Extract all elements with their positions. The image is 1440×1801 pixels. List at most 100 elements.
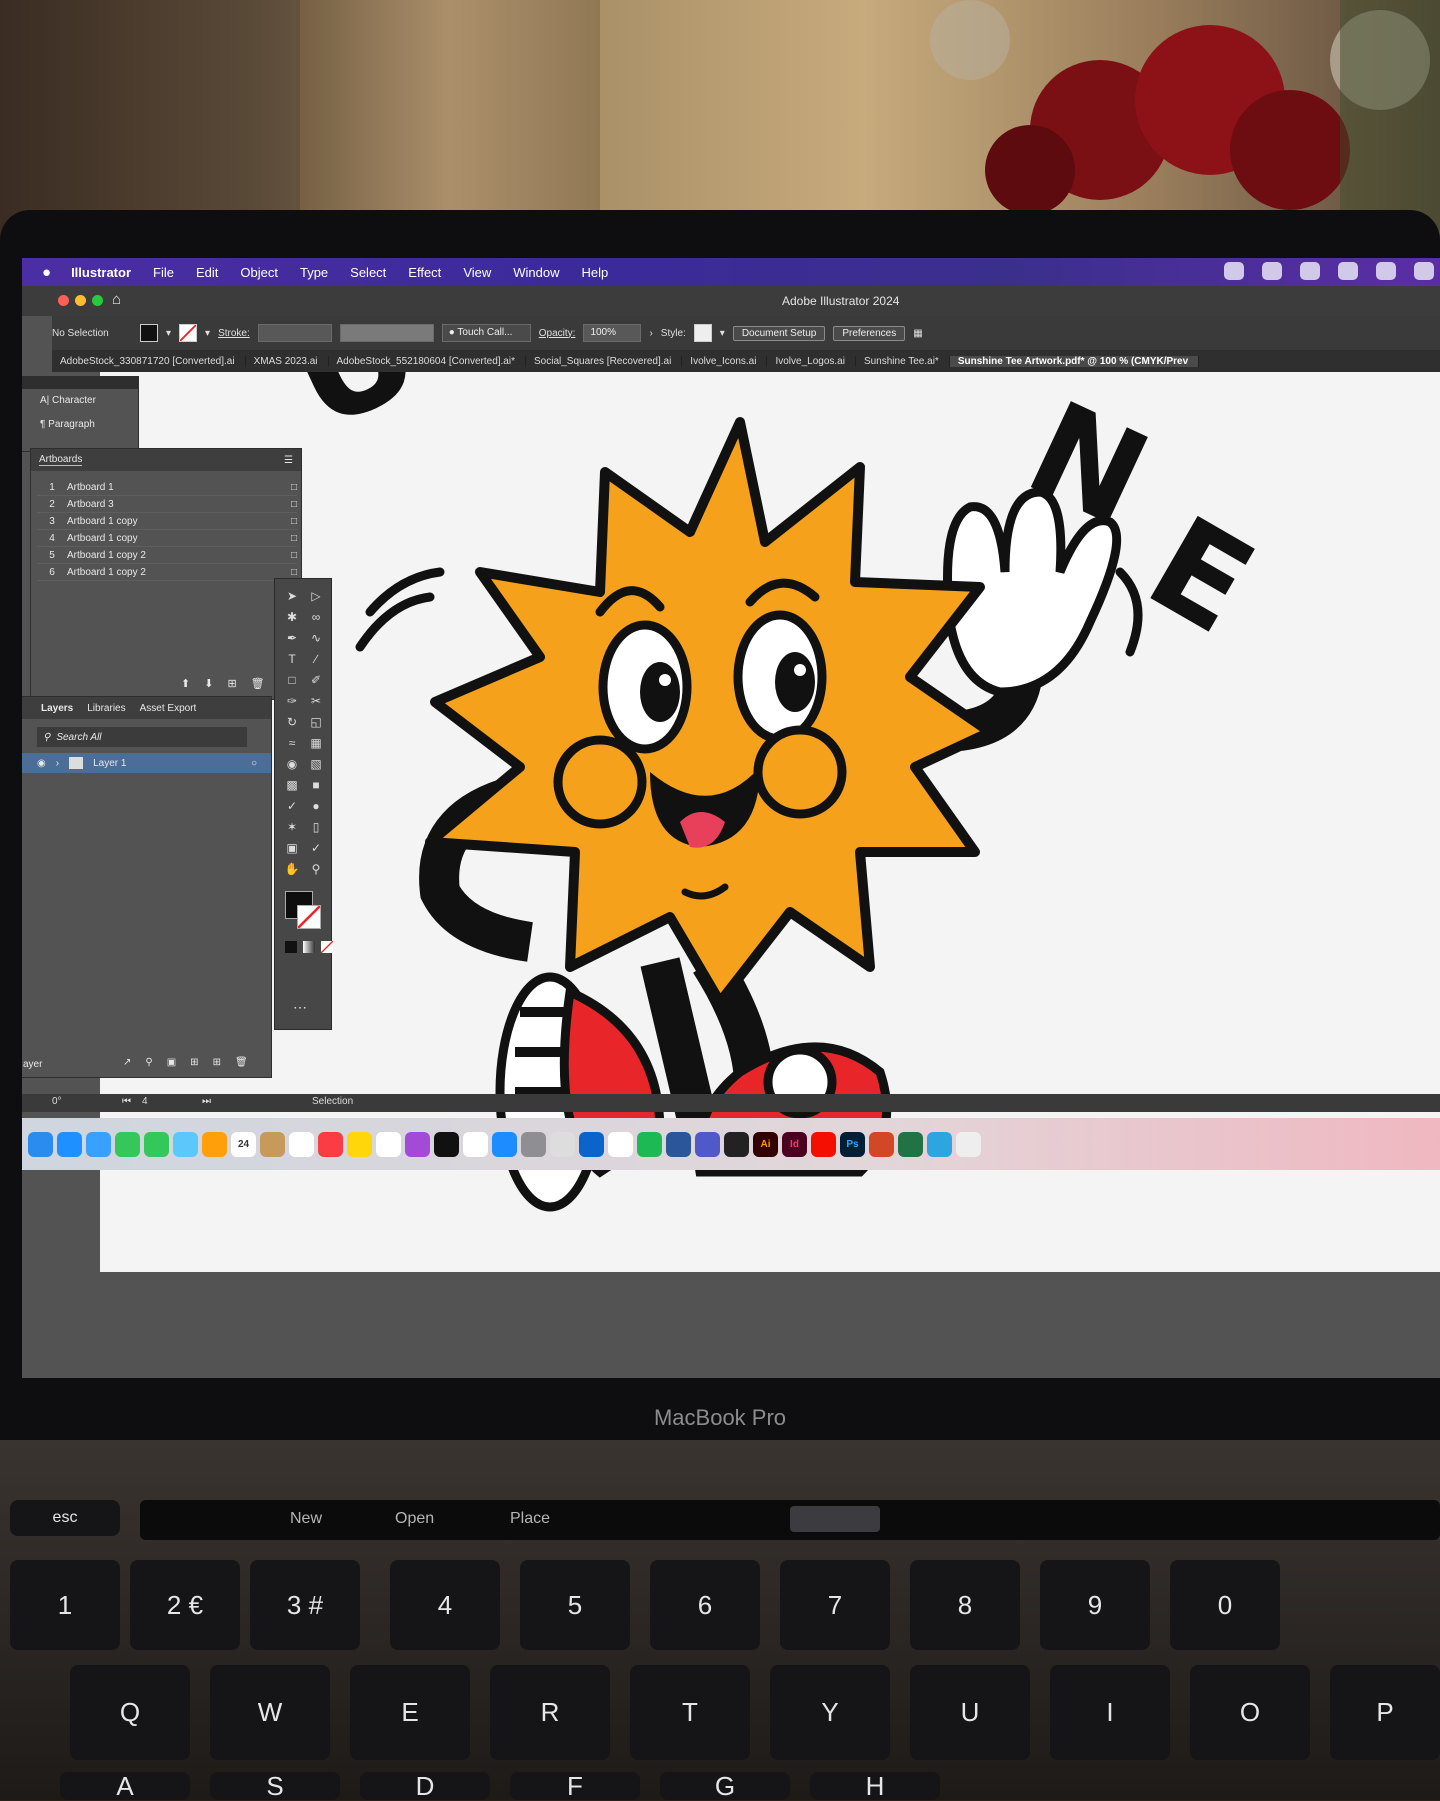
brush-definition[interactable]: ● Touch Call... [441,324,531,342]
curvature-tool-icon[interactable]: ∿ [307,631,325,645]
tab-document[interactable]: Ivolve_Icons.ai [682,355,768,367]
menu-effect[interactable]: Effect [408,265,441,280]
tab-layers[interactable]: Layers [41,703,73,714]
new-layer-icon[interactable]: ⊞ [213,1057,221,1068]
opacity-label[interactable]: Opacity: [539,328,576,339]
spotify-icon[interactable] [637,1131,662,1157]
calendar-icon[interactable]: 24 [231,1131,256,1157]
stroke-color-swatch[interactable] [297,905,321,929]
export-icon[interactable]: ↗ [123,1057,131,1068]
key-t[interactable]: T [630,1665,750,1760]
artboard-row[interactable]: 5 Artboard 1 copy 2 □ [37,547,297,564]
panel-menu-icon[interactable]: ☰ [284,455,293,466]
artboard-tool-icon[interactable]: ▣ [283,841,301,855]
target-icon[interactable]: ○ [251,758,257,769]
rotation-value[interactable]: 0° [52,1096,62,1107]
artboard-row[interactable]: 6 Artboard 1 copy 2 □ [37,564,297,581]
slice-tool-icon[interactable]: ✓ [307,841,325,855]
mail-icon[interactable] [86,1131,111,1157]
edit-toolbar-icon[interactable]: ⋯ [293,999,307,1016]
none-mode-icon[interactable] [321,941,333,953]
key-q[interactable]: Q [70,1665,190,1760]
key-h[interactable]: H [810,1772,940,1800]
apple-tv-icon[interactable] [434,1131,459,1157]
notes-icon[interactable] [347,1131,372,1157]
style-swatch[interactable] [693,324,712,342]
paragraph-item[interactable]: ¶ Paragraph [22,417,138,441]
new-sublayer-icon[interactable]: ⊞ [190,1057,198,1068]
key-y[interactable]: Y [770,1665,890,1760]
scissors-icon[interactable]: ✂ [307,694,325,708]
stroke-weight-field[interactable] [257,324,332,342]
word-icon[interactable] [666,1131,691,1157]
clipping-mask-icon[interactable]: ▣ [167,1057,176,1068]
panel-grip[interactable] [22,377,138,389]
column-graph-icon[interactable]: ▯ [307,820,325,834]
mesh-tool-icon[interactable]: ▩ [283,778,301,792]
artboard-options-icon[interactable]: □ [291,533,297,544]
variable-width-field[interactable] [339,324,434,342]
key-s[interactable]: S [210,1772,340,1800]
menu-object[interactable]: Object [240,265,278,280]
search-input[interactable]: Search All [56,732,101,743]
document-thumbnail-icon[interactable] [956,1131,981,1157]
gradient-tool-icon[interactable]: ■ [307,778,325,792]
move-down-icon[interactable]: ⬇ [204,677,213,690]
menu-help[interactable]: Help [582,265,609,280]
stroke-swatch[interactable] [179,324,198,342]
symbol-sprayer-icon[interactable]: ✶ [283,820,301,834]
artboard-row[interactable]: 3 Artboard 1 copy □ [37,513,297,530]
excel-icon[interactable] [898,1131,923,1157]
app-menu[interactable]: Illustrator [71,265,131,280]
artboard-row[interactable]: 2 Artboard 3 □ [37,496,297,513]
trash-icon[interactable]: 🗑 [251,677,265,690]
key-1[interactable]: 1 [10,1560,120,1650]
m-app-icon[interactable] [1376,262,1396,280]
first-artboard-icon[interactable]: ⏮ [122,1096,131,1107]
key-2[interactable]: 2 € [130,1560,240,1650]
direct-selection-tool-icon[interactable]: ▷ [307,589,325,603]
key-r[interactable]: R [490,1665,610,1760]
key-o[interactable]: O [1190,1665,1310,1760]
menu-view[interactable]: View [463,265,491,280]
stroke-label[interactable]: Stroke: [218,328,250,339]
contacts-icon[interactable] [260,1131,285,1157]
character-item[interactable]: A| Character [22,389,138,417]
preferences-button[interactable]: Preferences [833,325,906,341]
key-8[interactable]: 8 [910,1560,1020,1650]
new-artboard-icon[interactable]: ⊞ [227,677,236,690]
artboard-options-icon[interactable]: □ [291,567,297,578]
eyedropper-icon[interactable]: ✓ [283,799,301,813]
home-icon[interactable]: ⌂ [112,291,121,308]
menu-edit[interactable]: Edit [196,265,218,280]
zoom-window-button[interactable] [92,295,103,306]
cloud-sync-icon[interactable] [1300,262,1320,280]
esc-key[interactable]: esc [10,1500,120,1536]
tab-document-active[interactable]: Sunshine Tee Artwork.pdf* @ 100 % (CMYK/… [949,355,1200,367]
key-5[interactable]: 5 [520,1560,630,1650]
facetime-icon[interactable] [115,1131,140,1157]
podcasts-icon[interactable] [405,1131,430,1157]
chevron-down-icon[interactable]: ▾ [205,328,210,339]
arrange-icon[interactable]: ▦ [913,328,922,339]
tab-libraries[interactable]: Libraries [87,703,125,714]
artboard-row[interactable]: 4 Artboard 1 copy □ [37,530,297,547]
finder-icon[interactable] [28,1131,53,1157]
activity-monitor-icon[interactable] [724,1131,749,1157]
rotate-tool-icon[interactable]: ↻ [283,715,301,729]
artboards-tab[interactable]: Artboards [39,454,83,466]
layer-row[interactable]: ◉ › Layer 1 ○ [22,753,271,773]
freeform-icon[interactable] [376,1131,401,1157]
photos-icon[interactable] [202,1131,227,1157]
menu-file[interactable]: File [153,265,174,280]
line-tool-icon[interactable]: ∕ [307,652,325,666]
menu-window[interactable]: Window [513,265,559,280]
key-d[interactable]: D [360,1772,490,1800]
outlook-icon[interactable] [1338,262,1358,280]
move-up-icon[interactable]: ⬆ [181,677,190,690]
key-0[interactable]: 0 [1170,1560,1280,1650]
artboard-number-field[interactable]: 4 [142,1096,148,1107]
touchbar-grid-button[interactable] [790,1506,880,1532]
close-window-button[interactable] [58,295,69,306]
tab-asset-export[interactable]: Asset Export [140,703,197,714]
